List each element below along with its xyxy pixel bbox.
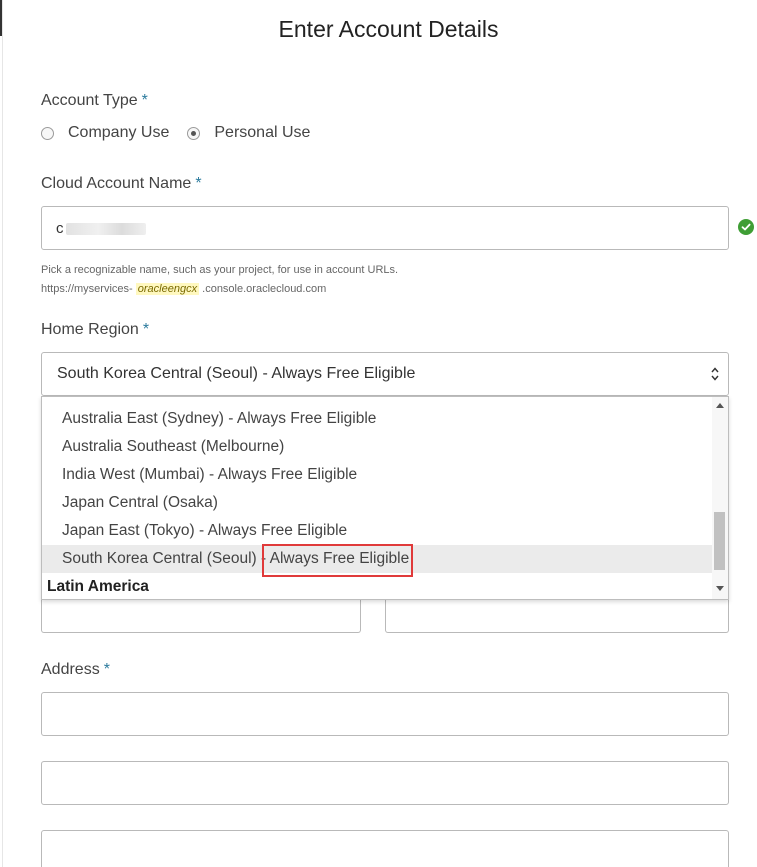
valid-check-icon: [738, 219, 754, 235]
account-url-hint: https://myservices- oracleengcx .console…: [41, 283, 326, 295]
url-prefix: https://myservices-: [41, 283, 133, 295]
address-line1-input[interactable]: [41, 692, 729, 736]
cloud-account-name-label-text: Cloud Account Name: [41, 175, 192, 192]
home-region-selected-value: South Korea Central (Seoul) - Always Fre…: [57, 365, 416, 382]
select-arrows-icon: [711, 367, 719, 381]
address-label-text: Address: [41, 661, 100, 678]
hidden-field-right[interactable]: [385, 598, 729, 633]
home-region-label: Home Region *: [41, 321, 149, 339]
region-option[interactable]: Australia East (Sydney) - Always Free El…: [42, 405, 714, 433]
home-region-select[interactable]: South Korea Central (Seoul) - Always Fre…: [41, 352, 729, 396]
address-label: Address *: [41, 661, 110, 679]
personal-use-radio[interactable]: [187, 126, 201, 140]
left-divider: [2, 0, 3, 867]
url-suffix: .console.oraclecloud.com: [202, 283, 327, 295]
required-mark: *: [103, 661, 110, 678]
required-mark: *: [141, 92, 148, 109]
account-type-radio-group: Company Use Personal Use: [41, 124, 328, 142]
cloud-account-name-label: Cloud Account Name *: [41, 175, 202, 193]
page-title: Enter Account Details: [278, 16, 499, 42]
company-use-label[interactable]: Company Use: [68, 124, 169, 142]
required-mark: *: [142, 321, 150, 338]
required-mark: *: [195, 175, 202, 192]
region-option[interactable]: India West (Mumbai) - Always Free Eligib…: [42, 461, 714, 489]
account-type-label: Account Type *: [41, 92, 148, 110]
account-type-label-text: Account Type: [41, 92, 138, 109]
region-option[interactable]: Japan East (Tokyo) - Always Free Eligibl…: [42, 517, 714, 545]
region-option[interactable]: Japan Central (Osaka): [42, 489, 714, 517]
address-line3-input[interactable]: [41, 830, 729, 867]
redacted-text: [66, 223, 146, 235]
personal-use-label[interactable]: Personal Use: [214, 124, 310, 142]
account-name-hint: Pick a recognizable name, such as your p…: [41, 264, 399, 276]
annotation-highlight-box: [262, 544, 413, 577]
home-region-label-text: Home Region: [41, 321, 139, 338]
region-option[interactable]: Australia Southeast (Melbourne): [42, 433, 714, 461]
hidden-field-left[interactable]: [41, 598, 361, 633]
cloud-account-name-input[interactable]: c: [41, 206, 729, 250]
scroll-up-arrow-icon[interactable]: [716, 403, 724, 408]
url-highlight: oracleengcx: [135, 283, 200, 295]
address-line2-input[interactable]: [41, 761, 729, 805]
region-group-header: Latin America: [47, 578, 149, 595]
home-region-dropdown[interactable]: Australia East (Sydney) - Always Free El…: [41, 396, 729, 600]
company-use-radio[interactable]: [41, 126, 54, 140]
cloud-account-name-value: c: [56, 220, 64, 237]
dropdown-scrollbar[interactable]: [712, 397, 728, 599]
scrollbar-thumb[interactable]: [714, 512, 725, 570]
scroll-down-arrow-icon[interactable]: [716, 586, 724, 591]
